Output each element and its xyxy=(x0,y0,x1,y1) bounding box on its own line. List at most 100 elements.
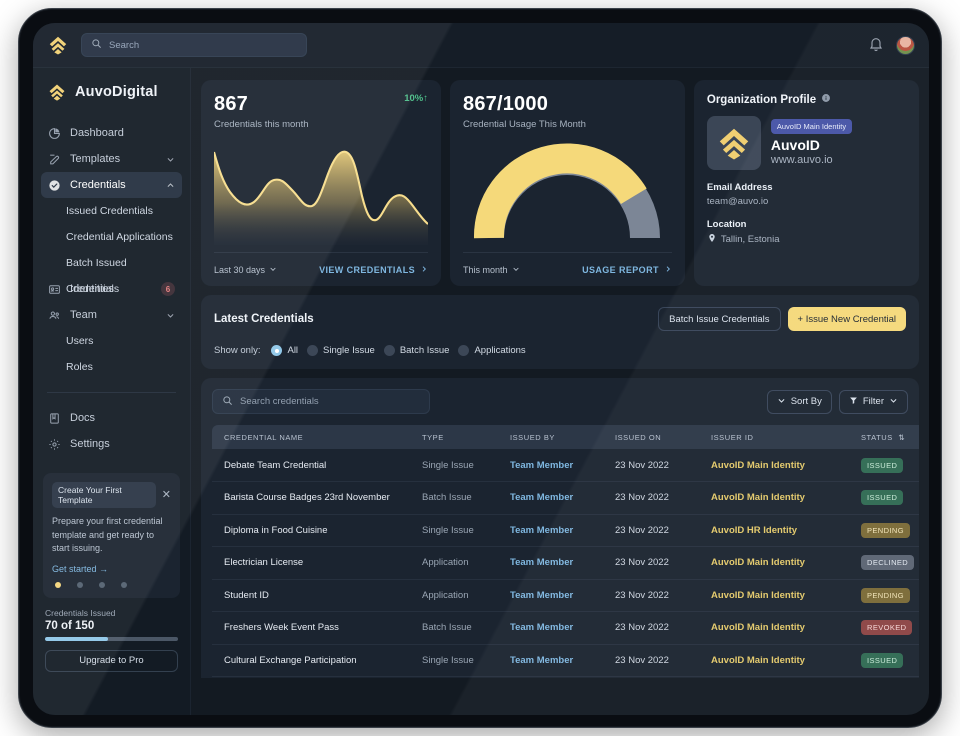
sidebar-brand[interactable]: AuvoDigital xyxy=(33,82,190,102)
usage-report-link[interactable]: USAGE REPORT xyxy=(582,265,672,275)
carousel-dot[interactable] xyxy=(77,581,83,588)
carousel-dot[interactable] xyxy=(121,581,127,588)
issue-new-credential-button[interactable]: + Issue New Credential xyxy=(787,307,906,331)
cell-issuer-id[interactable]: AuvoID Main Identity xyxy=(699,481,849,515)
organization-name: AuvoID xyxy=(770,137,820,153)
cell-issued-by[interactable]: Team Member xyxy=(498,449,603,482)
sort-by-label: Sort By xyxy=(790,396,822,407)
sort-by-button[interactable]: Sort By xyxy=(766,389,832,414)
sidebar-item-dashboard[interactable]: Dashboard xyxy=(41,120,182,146)
chevron-down-icon[interactable] xyxy=(166,311,175,320)
cell-credential-name: Diploma in Food Cuisine xyxy=(212,514,410,547)
batch-issue-credentials-button[interactable]: Batch Issue Credentials xyxy=(658,307,781,331)
filter-radio-label: All xyxy=(287,345,299,356)
promo-carousel-dots[interactable] xyxy=(52,581,171,588)
global-search-input[interactable]: Search xyxy=(81,33,307,57)
filter-radio-all[interactable]: All xyxy=(271,345,298,356)
chevron-down-icon xyxy=(512,265,520,275)
sort-updown-icon: ⇅ xyxy=(898,432,906,442)
sidebar-subitem-roles[interactable]: Roles xyxy=(41,354,182,380)
info-icon[interactable] xyxy=(821,93,831,106)
table-row[interactable]: Cultural Exchange Participation Single I… xyxy=(212,644,919,677)
cell-issued-by[interactable]: Team Member xyxy=(498,514,603,547)
table-row[interactable]: Diploma in Food Cuisine Single Issue Tea… xyxy=(212,514,919,547)
sidebar-subitem-batch-issued-credentials[interactable]: Batch Issued Credentials xyxy=(41,250,182,295)
cell-issuer-id[interactable]: AuvoID Main Identity xyxy=(699,449,849,482)
pie-chart-icon xyxy=(48,127,61,140)
credentials-delta: 10%↑ xyxy=(404,93,428,104)
cell-status: ISSUED xyxy=(849,449,919,482)
chevron-down-icon xyxy=(269,265,277,275)
sidebar-item-label: Docs xyxy=(70,412,96,424)
tablet-device-frame: Search AuvoDigital Dashboard Templates C… xyxy=(18,8,942,728)
sidebar-item-templates[interactable]: Templates xyxy=(41,146,182,172)
sidebar-item-settings[interactable]: Settings xyxy=(41,431,182,457)
organization-profile-card: Organization Profile AuvoID Main Identit… xyxy=(693,80,919,286)
show-only-filter-group: Show only: All Single Issue Batch Issue xyxy=(214,345,906,356)
column-credential-name: CREDENTIAL NAME xyxy=(212,425,410,449)
column-status[interactable]: STATUS ⇅ xyxy=(849,425,919,449)
tablet-screen: Search AuvoDigital Dashboard Templates C… xyxy=(33,23,929,715)
table-header-row: CREDENTIAL NAME TYPE ISSUED BY ISSUED ON… xyxy=(212,425,919,449)
organization-identity-details: AuvoID Main Identity AuvoID www.auvo.io xyxy=(770,116,853,170)
location-label: Location xyxy=(706,219,747,230)
sidebar-item-docs[interactable]: Docs xyxy=(41,405,182,431)
chevron-down-icon[interactable] xyxy=(166,155,175,164)
radio-icon xyxy=(383,345,395,356)
sidebar-subitem-users[interactable]: Users xyxy=(41,328,182,354)
location-value: Tallin, Estonia xyxy=(720,234,780,245)
table-row[interactable]: Barista Course Badges 23rd November Batc… xyxy=(212,481,919,515)
cell-issued-by[interactable]: Team Member xyxy=(498,644,603,677)
sidebar-item-label: Identities xyxy=(70,283,115,295)
cell-issued-on: 23 Nov 2022 xyxy=(603,514,699,547)
promo-pill-label: Create Your First Template xyxy=(52,482,156,508)
table-row[interactable]: Debate Team Credential Single Issue Team… xyxy=(212,449,919,482)
filter-radio-batch-issue[interactable]: Batch Issue xyxy=(383,345,449,356)
upgrade-to-pro-button[interactable]: Upgrade to Pro xyxy=(45,649,178,672)
cell-issuer-id[interactable]: AuvoID Main Identity xyxy=(699,611,849,645)
sidebar: AuvoDigital Dashboard Templates Credenti… xyxy=(33,68,191,715)
radio-icon xyxy=(271,345,283,356)
usage-range-selector[interactable]: This month xyxy=(463,265,520,275)
sidebar-subitem-credential-applications[interactable]: Credential Applications xyxy=(41,224,182,250)
sidebar-item-team[interactable]: Team xyxy=(41,302,182,328)
avatar[interactable] xyxy=(896,35,915,55)
status-badge: ISSUED xyxy=(861,490,904,506)
sidebar-item-credentials[interactable]: Credentials xyxy=(41,172,182,198)
cell-issuer-id[interactable]: AuvoID Main Identity xyxy=(699,546,849,580)
cell-issued-by[interactable]: Team Member xyxy=(498,481,603,515)
cell-issued-by[interactable]: Team Member xyxy=(498,546,603,580)
map-pin-icon xyxy=(707,233,717,246)
filter-button[interactable]: Filter xyxy=(838,389,908,414)
close-icon[interactable]: ✕ xyxy=(162,489,171,501)
cell-issued-by[interactable]: Team Member xyxy=(498,611,603,645)
table-row[interactable]: Student ID Application Team Member 23 No… xyxy=(212,579,919,612)
bell-icon[interactable] xyxy=(868,36,886,54)
filter-radio-single-issue[interactable]: Single Issue xyxy=(307,345,375,356)
sidebar-divider xyxy=(47,392,176,393)
card-header: 867/1000 Credential Usage This Month xyxy=(463,93,672,130)
credential-usage-card: 867/1000 Credential Usage This Month Thi… xyxy=(450,80,685,286)
credentials-count: 867 xyxy=(214,93,248,115)
search-icon xyxy=(222,393,233,411)
sidebar-item-label: Dashboard xyxy=(70,127,124,139)
table-row[interactable]: Freshers Week Event Pass Batch Issue Tea… xyxy=(212,611,919,645)
promo-get-started-link[interactable]: Get started → xyxy=(52,564,171,574)
identity-pill: AuvoID Main Identity xyxy=(770,119,853,134)
table-row[interactable]: Electrician License Application Team Mem… xyxy=(212,546,919,580)
status-badge: PENDING xyxy=(861,587,910,603)
cell-issued-by[interactable]: Team Member xyxy=(498,579,603,612)
filter-radio-applications[interactable]: Applications xyxy=(458,345,526,356)
cell-issuer-id[interactable]: AuvoID Main Identity xyxy=(699,644,849,677)
cell-issuer-id[interactable]: AuvoID Main Identity xyxy=(699,579,849,612)
carousel-dot[interactable] xyxy=(99,581,105,588)
search-credentials-input[interactable]: Search credentials xyxy=(212,389,430,414)
cell-issuer-id[interactable]: AuvoID HR Identity xyxy=(699,514,849,547)
view-credentials-link[interactable]: VIEW CREDENTIALS xyxy=(319,265,428,275)
sidebar-item-identities[interactable]: Identities 6 xyxy=(41,276,182,302)
sidebar-subitem-issued-credentials[interactable]: Issued Credentials xyxy=(41,198,182,224)
credentials-range-selector[interactable]: Last 30 days xyxy=(214,265,277,275)
carousel-dot[interactable] xyxy=(55,581,61,588)
summary-cards-row: 867 Credentials this month 10%↑ Last 30 … xyxy=(201,80,919,286)
chevron-up-icon[interactable] xyxy=(166,181,175,190)
